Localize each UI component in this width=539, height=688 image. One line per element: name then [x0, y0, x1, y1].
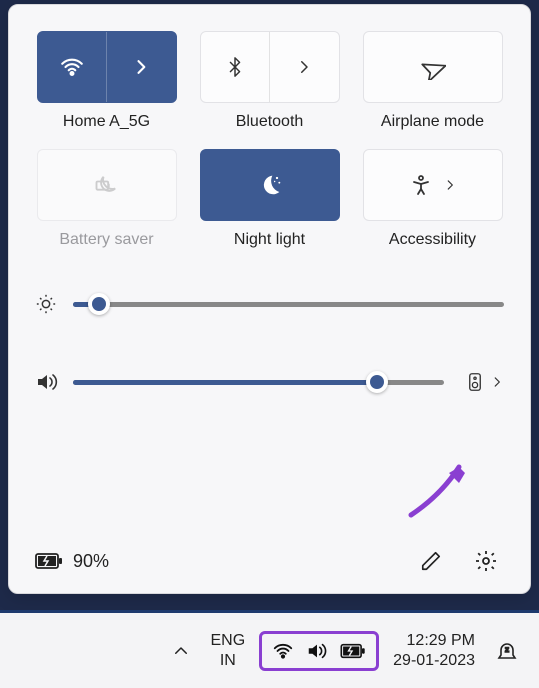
- tile-accessibility[interactable]: [363, 149, 503, 221]
- chevron-right-icon: [295, 58, 313, 76]
- tile-battery-saver-label: Battery saver: [59, 231, 153, 249]
- tiles-grid: Home A_5G Bluetooth: [35, 31, 504, 249]
- tile-bluetooth-wrap: Bluetooth: [198, 31, 341, 131]
- battery-status[interactable]: 90%: [35, 551, 109, 572]
- wifi-more[interactable]: [107, 32, 176, 102]
- gear-icon: [474, 549, 498, 573]
- chevron-right-icon: [131, 57, 151, 77]
- chevron-right-icon[interactable]: [490, 375, 504, 389]
- accessibility-icon: [409, 173, 433, 197]
- volume-icon: [35, 370, 59, 394]
- bluetooth-toggle[interactable]: [201, 32, 270, 102]
- panel-footer: 90%: [35, 543, 504, 579]
- tile-bluetooth[interactable]: [200, 31, 340, 103]
- settings-button[interactable]: [468, 543, 504, 579]
- tile-night-light[interactable]: [200, 149, 340, 221]
- volume-slider[interactable]: [73, 380, 444, 385]
- tile-wifi[interactable]: [37, 31, 177, 103]
- lang-bot: IN: [210, 651, 245, 670]
- annotation-arrow: [401, 455, 481, 525]
- bluetooth-more[interactable]: [270, 32, 339, 102]
- tile-airplane[interactable]: [363, 31, 503, 103]
- chevron-right-icon: [443, 178, 457, 192]
- system-tray-highlighted[interactable]: [259, 631, 379, 671]
- svg-text:z: z: [505, 645, 509, 654]
- tile-wifi-label: Home A_5G: [63, 113, 150, 131]
- tile-battery-saver: [37, 149, 177, 221]
- speaker-device-icon: [466, 371, 484, 393]
- airplane-icon: [420, 54, 446, 80]
- brightness-icon: [35, 293, 59, 315]
- chevron-up-icon: [172, 642, 190, 660]
- clock-time: 12:29 PM: [393, 631, 475, 651]
- tile-accessibility-wrap: Accessibility: [361, 149, 504, 249]
- volume-row: [35, 369, 504, 395]
- output-device-button[interactable]: [464, 369, 486, 395]
- language-indicator[interactable]: ENG IN: [210, 631, 245, 669]
- wifi-toggle[interactable]: [38, 32, 107, 102]
- clock[interactable]: 12:29 PM 29-01-2023: [393, 631, 475, 671]
- edit-button[interactable]: [414, 544, 448, 578]
- tile-airplane-wrap: Airplane mode: [361, 31, 504, 131]
- wifi-icon: [272, 640, 294, 662]
- notifications-button[interactable]: z: [489, 633, 525, 669]
- brightness-slider[interactable]: [73, 302, 504, 307]
- tile-airplane-label: Airplane mode: [381, 113, 484, 131]
- volume-icon: [306, 640, 328, 662]
- quick-settings-panel: Home A_5G Bluetooth: [8, 4, 531, 594]
- tile-wifi-wrap: Home A_5G: [35, 31, 178, 131]
- tile-bluetooth-label: Bluetooth: [236, 113, 304, 131]
- notification-dnd-icon: z: [495, 639, 519, 663]
- battery-saver-icon: [93, 171, 121, 199]
- battery-charging-icon: [35, 551, 63, 571]
- wifi-icon: [59, 54, 85, 80]
- battery-charging-icon: [340, 642, 366, 660]
- bluetooth-icon: [224, 56, 246, 78]
- brightness-row: [35, 293, 504, 315]
- tile-night-light-wrap: Night light: [198, 149, 341, 249]
- night-light-icon: [256, 171, 284, 199]
- clock-date: 29-01-2023: [393, 651, 475, 671]
- tile-night-light-label: Night light: [234, 231, 305, 249]
- lang-top: ENG: [210, 631, 245, 650]
- pencil-icon: [420, 550, 442, 572]
- tile-accessibility-label: Accessibility: [389, 231, 476, 249]
- tray-overflow-button[interactable]: [166, 636, 196, 666]
- taskbar: ENG IN 12:29 PM 29-01-2023 z: [0, 610, 539, 688]
- tile-battery-saver-wrap: Battery saver: [35, 149, 178, 249]
- battery-percent-text: 90%: [73, 551, 109, 572]
